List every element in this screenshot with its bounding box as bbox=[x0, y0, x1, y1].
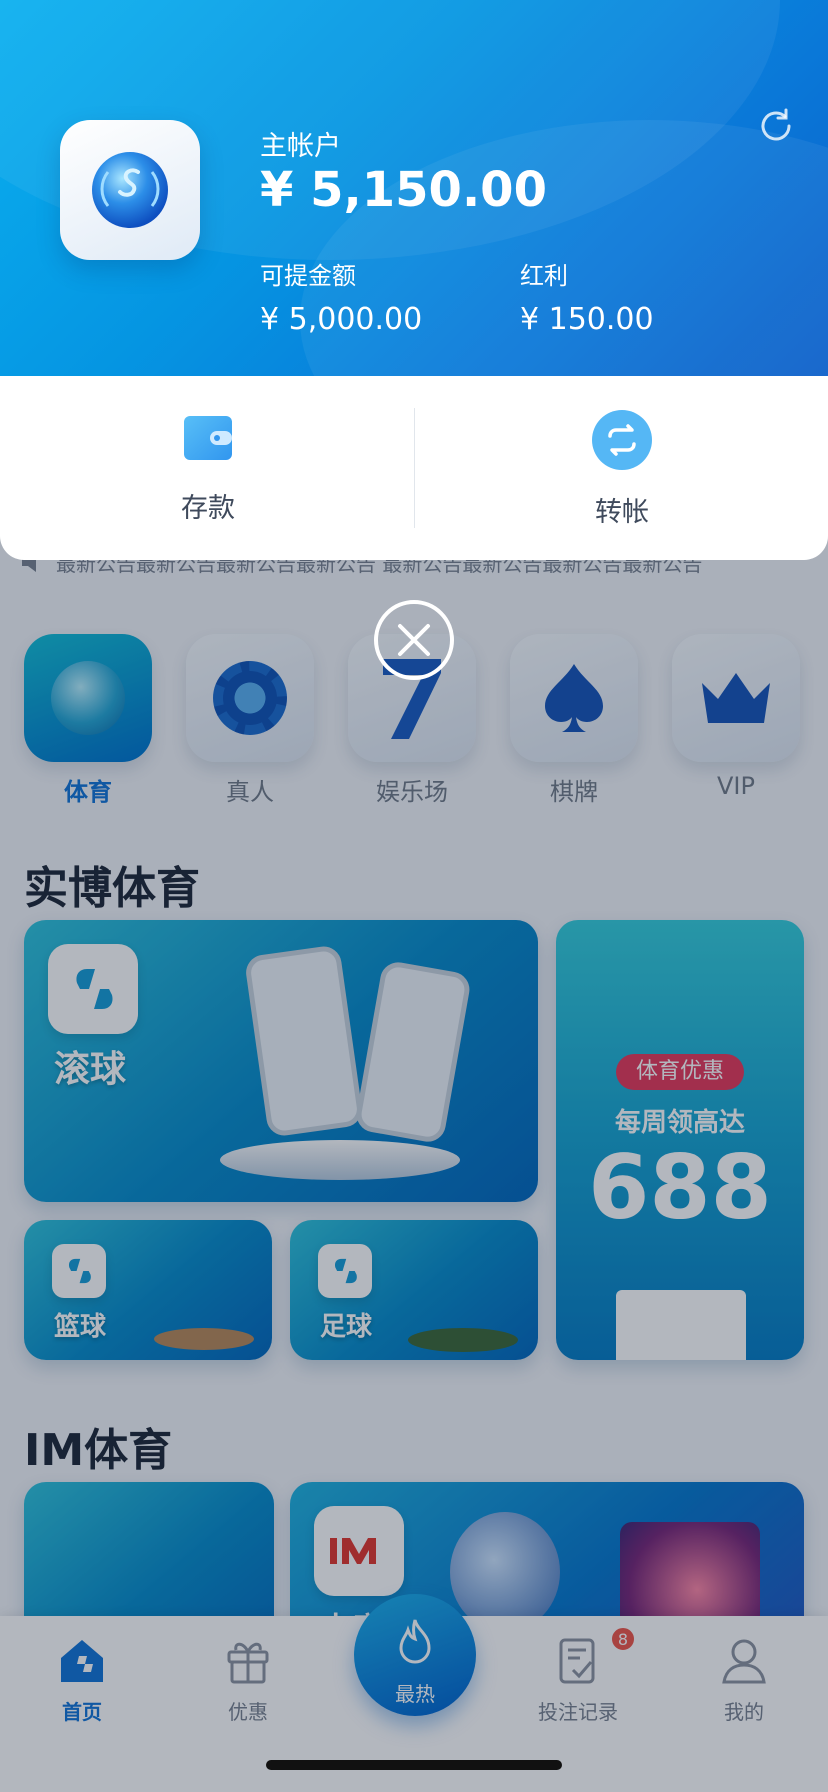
bonus-value: ¥ 150.00 bbox=[520, 302, 654, 337]
account-avatar bbox=[60, 120, 200, 260]
deposit-label: 存款 bbox=[181, 493, 235, 524]
withdrawable-label: 可提金额 bbox=[260, 262, 356, 290]
transfer-icon bbox=[592, 410, 652, 470]
account-balance: ¥ 5,150.00 bbox=[260, 162, 547, 218]
account-title: 主帐户 bbox=[260, 131, 341, 162]
transfer-button[interactable]: 转帐 bbox=[492, 410, 752, 529]
wallet-icon bbox=[184, 416, 232, 460]
account-panel: 主帐户 ¥ 5,150.00 可提金额 ¥ 5,000.00 红利 ¥ 150.… bbox=[0, 0, 828, 560]
refresh-icon[interactable] bbox=[756, 106, 796, 146]
actions-divider bbox=[414, 408, 415, 528]
home-indicator[interactable] bbox=[266, 1760, 562, 1770]
account-header: 主帐户 ¥ 5,150.00 可提金额 ¥ 5,000.00 红利 ¥ 150.… bbox=[0, 0, 828, 520]
bonus-label: 红利 bbox=[520, 262, 568, 290]
laurel-globe-icon bbox=[92, 152, 168, 228]
account-actions: 存款 转帐 bbox=[0, 376, 828, 560]
withdrawable-value: ¥ 5,000.00 bbox=[260, 302, 423, 337]
transfer-label: 转帐 bbox=[595, 497, 649, 528]
close-button[interactable] bbox=[374, 600, 454, 680]
close-icon bbox=[398, 624, 430, 656]
deposit-button[interactable]: 存款 bbox=[78, 410, 338, 525]
